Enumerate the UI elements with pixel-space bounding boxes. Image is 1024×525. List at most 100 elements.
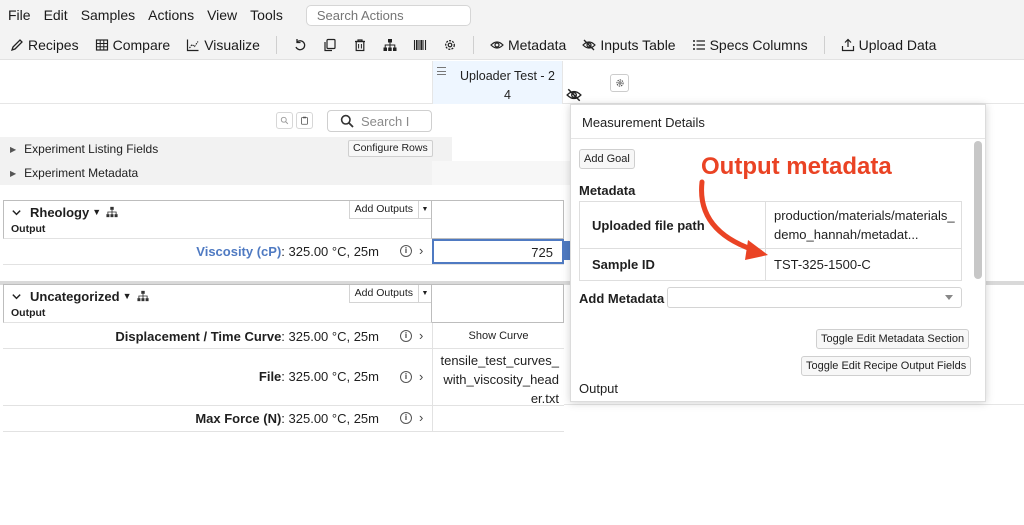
barcode-icon[interactable] bbox=[413, 38, 427, 52]
max-force-value-cell[interactable] bbox=[432, 406, 564, 431]
recipes-label: Recipes bbox=[28, 36, 79, 53]
chart-icon bbox=[187, 39, 199, 51]
menu-edit[interactable]: Edit bbox=[44, 7, 68, 23]
panel-title: Measurement Details bbox=[571, 105, 985, 139]
info-icon[interactable]: i bbox=[400, 330, 412, 342]
eye-icon bbox=[490, 40, 504, 49]
info-icon[interactable]: i bbox=[400, 245, 412, 257]
output-label: Output bbox=[3, 223, 432, 239]
metadata-value[interactable]: production/materials/materials_demo_hann… bbox=[766, 202, 961, 248]
trash-icon[interactable] bbox=[353, 38, 367, 52]
expand-triangle-icon: ▶ bbox=[10, 168, 17, 178]
expand-triangle-icon: ▶ bbox=[10, 144, 17, 154]
specs-columns-button[interactable]: Specs Columns bbox=[692, 37, 808, 53]
annotation-text: Output metadata bbox=[701, 153, 892, 180]
row-label: Viscosity (cP): 325.00 °C, 25m bbox=[196, 244, 379, 259]
metadata-value[interactable]: TST-325-1500-C bbox=[766, 249, 961, 280]
add-outputs-button[interactable]: Add Outputs bbox=[350, 201, 419, 218]
search-icon bbox=[340, 114, 354, 128]
visualize-button[interactable]: Visualize bbox=[186, 37, 260, 53]
zoom-icon[interactable] bbox=[276, 112, 293, 129]
add-outputs-dropdown-icon[interactable]: ▼ bbox=[419, 285, 431, 302]
row-tools bbox=[276, 112, 316, 129]
uncategorized-group-name: Uncategorized bbox=[30, 288, 120, 304]
toggle-edit-metadata-button[interactable]: Toggle Edit Metadata Section bbox=[816, 329, 970, 349]
undo-icon[interactable] bbox=[293, 38, 307, 52]
toolbar: Recipes Compare Visualize Metadata Input… bbox=[0, 30, 1024, 60]
caret-down-icon[interactable]: ▼ bbox=[92, 207, 101, 217]
copy-icon[interactable] bbox=[323, 38, 337, 52]
table-row[interactable]: Viscosity (cP): 325.00 °C, 25m i › 725 bbox=[3, 239, 564, 265]
add-outputs-control: Add Outputs ▼ bbox=[348, 285, 431, 303]
info-icon[interactable]: i bbox=[400, 371, 412, 383]
specs-columns-label: Specs Columns bbox=[709, 36, 808, 53]
toggle-edit-recipe-button[interactable]: Toggle Edit Recipe Output Fields bbox=[801, 356, 972, 376]
add-goal-button[interactable]: Add Goal bbox=[579, 149, 635, 169]
file-value-cell[interactable]: tensile_test_curves_with_viscosity_heade… bbox=[432, 349, 564, 406]
grid-header: Uploader Test - 2 4 bbox=[0, 61, 1024, 104]
menu-file[interactable]: File bbox=[8, 7, 31, 23]
eye-off-icon bbox=[582, 39, 597, 50]
add-outputs-control: Add Outputs ▼ bbox=[348, 201, 431, 219]
column-settings-gear-icon[interactable] bbox=[610, 74, 629, 92]
compare-label: Compare bbox=[112, 36, 171, 53]
caret-down-icon[interactable]: ▼ bbox=[123, 291, 132, 301]
measurement-details-panel: Measurement Details Add Goal Metadata Up… bbox=[570, 104, 986, 402]
uncategorized-sample-cell bbox=[432, 284, 564, 323]
panel-scrollbar[interactable] bbox=[974, 141, 982, 279]
panel-output-label: Output bbox=[579, 381, 619, 396]
chevron-right-icon[interactable]: › bbox=[419, 410, 423, 425]
table-row[interactable]: Max Force (N): 325.00 °C, 25m i › bbox=[3, 406, 564, 432]
chevron-right-icon[interactable]: › bbox=[419, 243, 423, 258]
recipes-button[interactable]: Recipes bbox=[10, 37, 79, 53]
sample-column-title: Uploader Test - 2 4 bbox=[460, 69, 555, 102]
viscosity-value-cell[interactable]: 725 bbox=[432, 239, 564, 264]
rheology-group-header[interactable]: Rheology ▼ Add Outputs ▼ bbox=[3, 200, 432, 223]
metadata-label: Metadata bbox=[507, 36, 567, 53]
clipboard-icon[interactable] bbox=[296, 112, 313, 129]
gear-icon[interactable] bbox=[443, 38, 457, 52]
hierarchy-icon[interactable] bbox=[136, 290, 149, 302]
row-label: File: 325.00 °C, 25m bbox=[258, 369, 379, 384]
chevron-right-icon[interactable]: › bbox=[419, 369, 423, 384]
show-curve-link[interactable]: Show Curve bbox=[432, 323, 564, 348]
info-icon[interactable]: i bbox=[400, 412, 412, 424]
hierarchy-icon[interactable] bbox=[106, 206, 118, 218]
hierarchy-icon[interactable] bbox=[383, 38, 397, 52]
configure-rows-button[interactable]: Configure Rows bbox=[348, 140, 433, 157]
inputs-table-button[interactable]: Inputs Table bbox=[582, 37, 676, 53]
menu-view[interactable]: View bbox=[207, 7, 237, 23]
chevron-down-icon[interactable] bbox=[11, 207, 22, 218]
search-rows-input[interactable]: Search I bbox=[327, 110, 432, 132]
add-metadata-label: Add Metadata bbox=[579, 291, 665, 306]
uncategorized-group-header[interactable]: Uncategorized ▼ Add Outputs ▼ bbox=[3, 284, 432, 307]
add-outputs-dropdown-icon[interactable]: ▼ bbox=[419, 201, 431, 218]
add-outputs-button[interactable]: Add Outputs bbox=[350, 285, 419, 302]
table-icon bbox=[95, 38, 108, 51]
menu-actions[interactable]: Actions bbox=[148, 7, 194, 23]
experiment-listing-section[interactable]: ▶ Experiment Listing Fields Configure Ro… bbox=[0, 137, 452, 161]
experiment-listing-label: Experiment Listing Fields bbox=[24, 142, 159, 156]
toolbar-divider bbox=[275, 35, 277, 54]
annotation-arrow-icon bbox=[699, 179, 768, 260]
compare-button[interactable]: Compare bbox=[95, 36, 171, 53]
output-label: Output bbox=[3, 307, 432, 323]
toolbar-divider-2 bbox=[472, 35, 474, 54]
chevron-down-icon[interactable] bbox=[11, 291, 22, 302]
experiment-metadata-section[interactable]: ▶ Experiment Metadata bbox=[0, 161, 432, 185]
drag-handle-icon[interactable] bbox=[437, 67, 446, 75]
sample-column-header[interactable]: Uploader Test - 2 4 bbox=[432, 61, 563, 104]
menu-tools[interactable]: Tools bbox=[250, 7, 283, 23]
visualize-label: Visualize bbox=[204, 36, 260, 53]
add-metadata-select[interactable] bbox=[667, 287, 962, 308]
experiment-metadata-fill bbox=[432, 161, 570, 185]
menu-samples[interactable]: Samples bbox=[81, 7, 135, 23]
metadata-button[interactable]: Metadata bbox=[490, 37, 566, 53]
chevron-right-icon[interactable]: › bbox=[419, 328, 423, 343]
upload-data-button[interactable]: Upload Data bbox=[841, 37, 936, 53]
table-row[interactable]: Displacement / Time Curve: 325.00 °C, 25… bbox=[3, 323, 564, 349]
experiment-metadata-label: Experiment Metadata bbox=[24, 166, 139, 180]
rheology-sample-cell bbox=[432, 200, 564, 239]
search-actions-input[interactable] bbox=[305, 4, 471, 26]
table-row[interactable]: File: 325.00 °C, 25m i › tensile_test_cu… bbox=[3, 349, 564, 406]
